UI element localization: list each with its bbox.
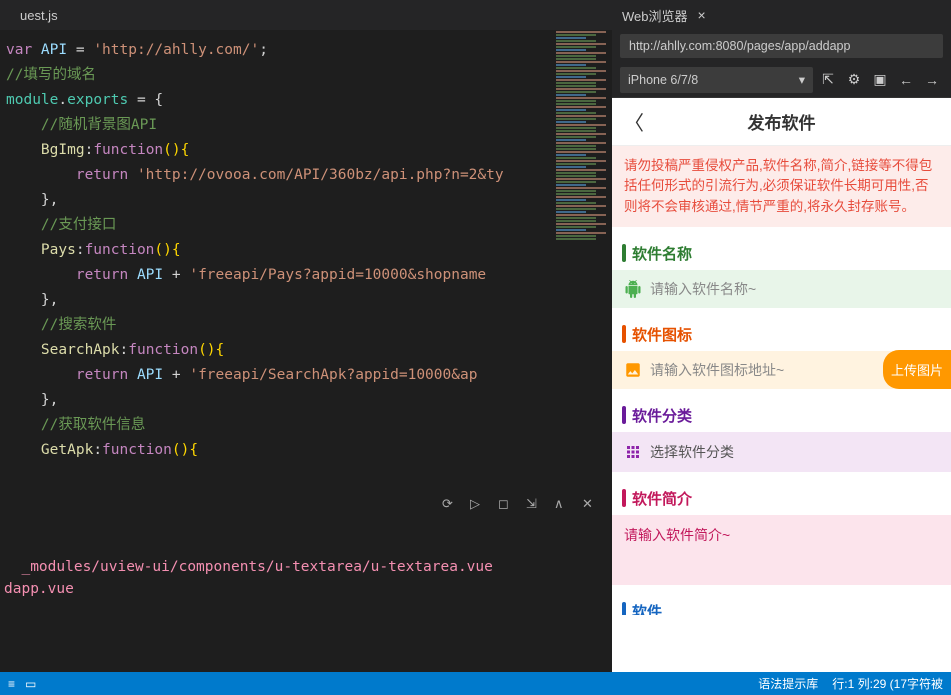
section-title-name: 软件名称	[632, 243, 692, 264]
phone-preview: 〈 发布软件 请勿投稿严重侵权产品,软件名称,简介,链接等不得包括任何形式的引流…	[612, 98, 951, 672]
step-icon[interactable]: ⇲	[526, 496, 540, 510]
syntax-hint[interactable]: 语法提示库	[758, 675, 818, 692]
intro-textarea[interactable]: 请输入软件简介~	[612, 515, 951, 585]
cursor-position: 行:1 列:29 (17字符被	[832, 675, 943, 692]
device-select[interactable]: iPhone 6/7/8 ▾	[620, 67, 813, 93]
code-editor[interactable]: var API = 'http://ahlly.com/'; //填写的域名 m…	[0, 30, 612, 490]
image-icon	[624, 361, 642, 379]
gear-icon[interactable]: ⚙	[843, 69, 865, 91]
grid-icon	[624, 443, 642, 461]
terminal[interactable]: _modules/uview-ui/components/u-textarea/…	[0, 516, 612, 672]
address-bar[interactable]	[620, 34, 943, 58]
web-browser-panel: Web浏览器 × iPhone 6/7/8 ▾ ⇱ ⚙ ▣ ← → 〈 发布软件…	[612, 0, 951, 672]
section-title-icon: 软件图标	[632, 324, 692, 345]
minimap[interactable]	[552, 30, 612, 490]
close-icon[interactable]: ✕	[582, 496, 596, 510]
debug-toolbar: ⟳ ▷ ◻ ⇲ ∧ ✕	[0, 490, 612, 516]
intro-placeholder: 请输入软件简介~	[624, 525, 939, 545]
continue-icon[interactable]: ▷	[470, 496, 484, 510]
notice-banner: 请勿投稿严重侵权产品,软件名称,简介,链接等不得包括任何形式的引流行为,必须保证…	[612, 146, 951, 227]
status-bar: ≡ ▭ 语法提示库 行:1 列:29 (17字符被	[0, 672, 951, 695]
back-icon[interactable]: ←	[895, 69, 917, 91]
terminal-icon[interactable]: ▭	[25, 677, 36, 691]
close-icon[interactable]: ×	[698, 7, 706, 23]
page-title: 发布软件	[644, 109, 919, 134]
keyword-var: var	[6, 42, 32, 58]
open-external-icon[interactable]: ⇱	[817, 69, 839, 91]
category-placeholder: 选择软件分类	[650, 442, 939, 462]
stop-icon[interactable]: ◻	[498, 496, 512, 510]
chevron-down-icon: ▾	[799, 72, 805, 87]
section-title-intro: 软件简介	[632, 488, 692, 509]
menu-icon[interactable]: ≡	[8, 677, 15, 691]
software-name-input[interactable]	[650, 281, 939, 297]
terminal-line: dapp.vue	[4, 578, 608, 600]
screenshot-icon[interactable]: ▣	[869, 69, 891, 91]
restart-icon[interactable]: ⟳	[442, 496, 456, 510]
back-chevron-icon[interactable]: 〈	[624, 107, 644, 136]
file-tab[interactable]: uest.js	[8, 4, 70, 27]
collapse-up-icon[interactable]: ∧	[554, 496, 568, 510]
browser-title: Web浏览器	[622, 6, 688, 25]
section-title-next: 软件	[632, 601, 662, 615]
forward-icon[interactable]: →	[921, 69, 943, 91]
upload-image-button[interactable]: 上传图片	[883, 350, 951, 389]
section-title-category: 软件分类	[632, 405, 692, 426]
android-icon	[624, 280, 642, 298]
terminal-line: _modules/uview-ui/components/u-textarea/…	[4, 556, 608, 578]
category-select[interactable]: 选择软件分类	[612, 432, 951, 472]
